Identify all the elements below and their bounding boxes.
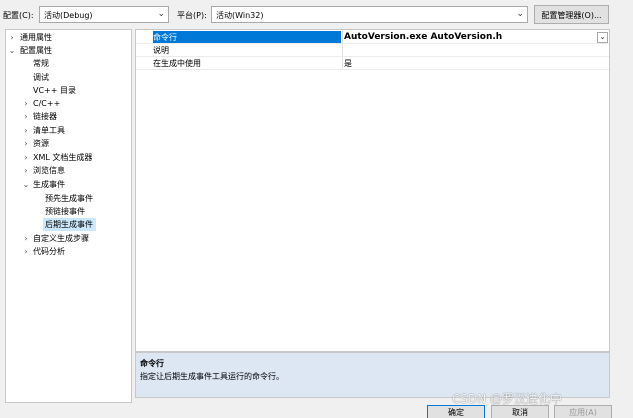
configuration-label: 配置(C): — [3, 11, 34, 20]
tree-item-post-build-event[interactable]: 后期生成事件 — [43, 218, 96, 231]
tree-item-vc-directories[interactable]: VC++ 目录 — [33, 84, 76, 97]
chevron-right-icon[interactable]: › — [22, 151, 30, 164]
chevron-right-icon[interactable]: › — [22, 110, 30, 123]
apply-button[interactable]: 应用(A) — [554, 405, 612, 418]
chevron-right-icon[interactable]: › — [22, 124, 30, 137]
chevron-down-icon[interactable]: ⌄ — [22, 178, 30, 191]
chevron-down-icon: ⌄ — [157, 9, 165, 19]
tree-item-label: 自定义生成步骤 — [33, 234, 89, 243]
property-row-command-line[interactable]: 命令行 AutoVersion.exe AutoVersion.h ⌄ — [136, 31, 609, 44]
watermark-text: CSDN @罗汉进化中 — [452, 392, 563, 406]
chevron-right-icon[interactable]: › — [22, 232, 30, 245]
chevron-right-icon[interactable]: › — [22, 97, 30, 110]
tree-item-label: 代码分析 — [33, 247, 65, 256]
tree-item-pre-build-event[interactable]: 预先生成事件 — [45, 192, 93, 205]
chevron-right-icon[interactable]: › — [22, 137, 30, 150]
tree-item-label: 资源 — [33, 139, 49, 148]
tree-item-label: XML 文档生成器 — [33, 153, 93, 162]
row-divider — [136, 69, 609, 70]
property-grid: 命令行 AutoVersion.exe AutoVersion.h ⌄ 说明 在… — [135, 29, 610, 352]
description-title: 命令行 — [140, 359, 164, 368]
property-row-description[interactable]: 说明 — [136, 44, 609, 57]
chevron-down-icon: ⌄ — [516, 9, 524, 19]
configuration-bar: 配置(C): 活动(Debug) ⌄ 平台(P): 活动(Win32) ⌄ 配置… — [0, 0, 633, 30]
tree-item-label: 配置属性 — [20, 46, 52, 55]
tree-item-general[interactable]: 常规 — [33, 57, 49, 70]
configuration-manager-button[interactable]: 配置管理器(O)... — [534, 5, 609, 24]
property-value-text: AutoVersion.exe AutoVersion.h — [344, 32, 503, 42]
chevron-right-icon[interactable]: › — [22, 164, 30, 177]
tree-item-label: 生成事件 — [33, 180, 65, 189]
platform-label: 平台(P): — [177, 11, 207, 20]
property-pages-dialog: 配置(C): 活动(Debug) ⌄ 平台(P): 活动(Win32) ⌄ 配置… — [0, 0, 633, 418]
tree-item-label: C/C++ — [33, 99, 61, 108]
tree-item-label: 链接器 — [33, 112, 57, 121]
property-row-use-in-build[interactable]: 在生成中使用 是 — [136, 57, 609, 70]
configuration-value: 活动(Debug) — [44, 11, 93, 20]
property-tree[interactable]: › 通用属性 ⌄ 配置属性 常规 调试 VC++ 目录 › C/C++ › 链接… — [5, 29, 132, 403]
chevron-down-icon[interactable]: ⌄ — [8, 44, 16, 57]
platform-select[interactable]: 活动(Win32) ⌄ — [211, 6, 528, 23]
platform-value: 活动(Win32) — [216, 11, 264, 20]
tree-item-pre-link-event[interactable]: 预链接事件 — [45, 205, 85, 218]
chevron-down-icon[interactable]: ⌄ — [597, 32, 608, 43]
tree-item-label: 清单工具 — [33, 126, 65, 135]
description-text: 指定让后期生成事件工具运行的命令行。 — [140, 372, 284, 381]
chevron-right-icon[interactable]: › — [22, 245, 30, 258]
chevron-right-icon[interactable]: › — [8, 31, 16, 44]
configuration-select[interactable]: 活动(Debug) ⌄ — [39, 6, 169, 23]
tree-item-debugging[interactable]: 调试 — [33, 71, 49, 84]
tree-item-label: 浏览信息 — [33, 166, 65, 175]
tree-item-label: 通用属性 — [20, 33, 52, 42]
